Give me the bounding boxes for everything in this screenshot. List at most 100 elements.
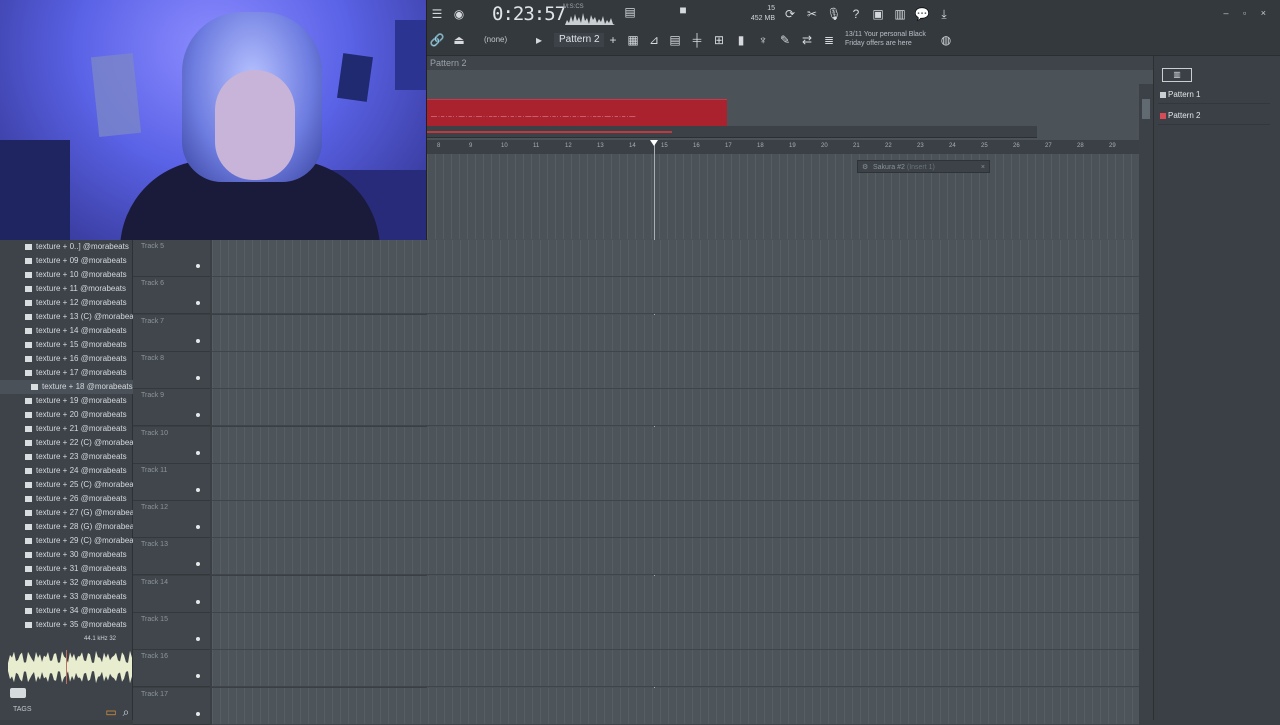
play-arrow-icon[interactable]: ▸	[531, 32, 547, 48]
track-lane[interactable]	[212, 613, 1139, 650]
track-lane[interactable]	[212, 463, 1139, 501]
track-mute-button[interactable]	[196, 711, 200, 716]
track-mute-button[interactable]	[196, 562, 200, 567]
browser-icon[interactable]: ⊞	[711, 32, 727, 48]
browser-item[interactable]: texture + 29 (C) @morabeats	[0, 534, 133, 548]
track-header[interactable]: Track 9	[133, 389, 210, 427]
horizontal-scrollbar[interactable]	[427, 126, 1037, 138]
tags-label[interactable]: TAGS	[13, 706, 32, 713]
track-lane[interactable]	[212, 277, 1139, 315]
globe-icon[interactable]: ◍	[938, 32, 954, 48]
browser-item[interactable]: texture + 31 @morabeats	[0, 562, 133, 576]
document-icon[interactable]: ▮	[733, 32, 749, 48]
piano-icon[interactable]: ▥	[1162, 68, 1192, 82]
pattern-item[interactable]: Pattern 1	[1158, 86, 1270, 104]
browser-item[interactable]: texture + 24 @morabeats	[0, 464, 133, 478]
browser-item[interactable]: texture + 26 @morabeats	[0, 492, 133, 506]
playlist-icon[interactable]: ▦	[625, 32, 641, 48]
track-mute-button[interactable]	[196, 674, 200, 679]
browser-item[interactable]: texture + 09 @morabeats	[0, 254, 133, 268]
link-icon[interactable]: 🔗	[429, 32, 445, 48]
download-icon[interactable]: ⤓	[936, 6, 952, 22]
gear-icon[interactable]: ⚙	[862, 161, 868, 174]
speaker-icon[interactable]	[10, 688, 26, 698]
browser-item[interactable]: texture + 11 @morabeats	[0, 282, 133, 296]
piano-roll-icon[interactable]: ⊿	[646, 32, 662, 48]
playhead-marker[interactable]	[650, 140, 658, 146]
browser-item[interactable]: texture + 12 @morabeats	[0, 296, 133, 310]
save-icon[interactable]: ▣	[870, 6, 886, 22]
list-icon[interactable]: ≣	[821, 32, 837, 48]
track-header[interactable]: Track 5	[133, 240, 210, 277]
mixer-icon[interactable]: ╪	[689, 32, 705, 48]
browser-item[interactable]: texture + 23 @morabeats	[0, 450, 133, 464]
browser-item[interactable]: texture + 20 @morabeats	[0, 408, 133, 422]
playlist-grid[interactable]	[427, 154, 1139, 239]
track-mute-button[interactable]	[196, 413, 200, 418]
timeline-ruler[interactable]: 8 9 10 11 12 13 14 15 16 17 18 19 20 21 22 23 24 25 26 27 28…	[427, 140, 1139, 154]
scroll-thumb[interactable]	[427, 131, 672, 133]
browser-item[interactable]: texture + 15 @morabeats	[0, 338, 133, 352]
browser-item[interactable]: texture + 13 (C) @morabeats	[0, 310, 133, 324]
track-lane[interactable]	[212, 351, 1139, 389]
browser-item[interactable]: texture + 28 (G) @morabeats	[0, 520, 133, 534]
browser-item[interactable]: texture + 22 (C) @morabeats	[0, 436, 133, 450]
pattern-selector[interactable]: Pattern 2	[554, 33, 604, 47]
track-header[interactable]: Track 14	[133, 575, 210, 613]
snap-selector[interactable]: (none)	[484, 35, 507, 44]
news-panel[interactable]: 13/11 Your personal Black Friday offers …	[845, 30, 940, 48]
track-header[interactable]: Track 16	[133, 650, 210, 688]
microphone-icon[interactable]: 🎙	[826, 6, 842, 22]
browser-item[interactable]: texture + 14 @morabeats	[0, 324, 133, 338]
window-controls[interactable]: – ▫ ×	[1224, 8, 1272, 18]
track-mute-button[interactable]	[196, 599, 200, 604]
browser-item[interactable]: texture + 32 @morabeats	[0, 576, 133, 590]
chat-icon[interactable]: 💬	[914, 6, 930, 22]
close-icon[interactable]: ×	[981, 161, 985, 174]
stop-icon[interactable]: ■	[675, 2, 691, 18]
track-mute-button[interactable]	[196, 375, 200, 380]
track-header[interactable]: Track 11	[133, 463, 210, 501]
search-icon[interactable]: ⌕	[118, 704, 134, 720]
track-header[interactable]: Track 8	[133, 351, 210, 389]
track-lane[interactable]	[212, 501, 1139, 539]
track-header[interactable]: Track 13	[133, 538, 210, 576]
draw-icon[interactable]: ✎	[777, 32, 793, 48]
browser-item[interactable]: texture + 18 @morabeats	[0, 380, 133, 394]
track-mute-button[interactable]	[196, 301, 200, 306]
track-header[interactable]: Track 10	[133, 426, 210, 464]
browser-item[interactable]: texture + 33 @morabeats	[0, 590, 133, 604]
track-lane[interactable]	[212, 389, 1139, 427]
browser-item[interactable]: texture + 21 @morabeats	[0, 422, 133, 436]
track-header[interactable]: Track 17	[133, 687, 210, 725]
stamp-icon[interactable]: ⏏	[451, 32, 467, 48]
song-position-clock[interactable]: 0:23:57	[492, 3, 566, 25]
browser-item[interactable]: texture + 0..] @morabeats	[0, 240, 133, 254]
browser-item[interactable]: texture + 19 @morabeats	[0, 394, 133, 408]
track-lane[interactable]	[212, 240, 1139, 277]
track-mute-button[interactable]	[196, 525, 200, 530]
browser-item[interactable]: texture + 34 @morabeats	[0, 604, 133, 618]
track-mute-button[interactable]	[196, 450, 200, 455]
track-lane[interactable]	[212, 687, 1139, 725]
track-lane[interactable]	[212, 538, 1139, 576]
add-pattern-icon[interactable]: +	[605, 32, 621, 48]
help-icon[interactable]: ?	[848, 6, 864, 22]
sample-waveform[interactable]	[8, 650, 133, 684]
browser-item[interactable]: texture + 27 (G) @morabeats	[0, 506, 133, 520]
scroll-thumb[interactable]	[1142, 99, 1150, 119]
track-header[interactable]: Track 12	[133, 501, 210, 539]
track-header[interactable]: Track 15	[133, 613, 210, 650]
folder-icon[interactable]: ▭	[103, 704, 119, 720]
track-lane[interactable]	[212, 650, 1139, 688]
browser-item[interactable]: texture + 30 @morabeats	[0, 548, 133, 562]
tempo-icon[interactable]: ⇄	[799, 32, 815, 48]
track-lane[interactable]	[212, 426, 1139, 464]
track-header[interactable]: Track 6	[133, 277, 210, 315]
track-lane[interactable]	[212, 314, 1139, 352]
track-mute-button[interactable]	[196, 264, 200, 268]
menu-icon[interactable]: ☰	[429, 6, 445, 22]
record-mode-icon[interactable]: ◉	[451, 6, 467, 22]
browser-item[interactable]: texture + 10 @morabeats	[0, 268, 133, 282]
channel-rack-icon[interactable]: ▤	[667, 32, 683, 48]
